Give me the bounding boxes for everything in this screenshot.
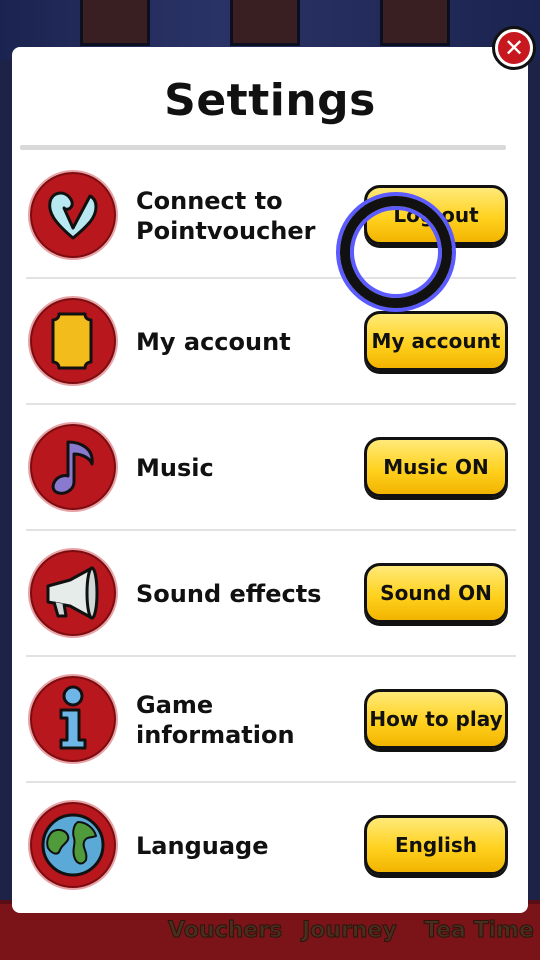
row-label: Music: [136, 454, 214, 482]
row-label: Connect to Pointvoucher: [136, 187, 316, 245]
settings-row-language: Language English: [26, 783, 516, 909]
my-account-button[interactable]: My account: [364, 311, 508, 371]
nav-journey: Journey: [302, 918, 398, 944]
row-label: Language: [136, 832, 269, 860]
globe-icon: [28, 800, 118, 890]
background-decoration: [380, 0, 450, 46]
background-decoration: [230, 0, 300, 46]
close-icon: ✕: [498, 32, 530, 64]
settings-row-music: Music Music ON: [26, 405, 516, 531]
row-label: Sound effects: [136, 580, 322, 608]
language-button[interactable]: English: [364, 815, 508, 875]
row-label: Game information: [136, 691, 295, 749]
settings-row-pointvoucher: Connect to Pointvoucher Log out: [26, 153, 516, 279]
log-out-button[interactable]: Log out: [364, 185, 508, 245]
how-to-play-button[interactable]: How to play: [364, 689, 508, 749]
sound-toggle-button[interactable]: Sound ON: [364, 563, 508, 623]
nav-vouchers: Vouchers: [167, 918, 283, 944]
settings-row-my-account: My account My account: [26, 279, 516, 405]
music-note-icon: [28, 422, 118, 512]
background-right-edge: [526, 60, 540, 900]
heart-v-icon: [28, 170, 118, 260]
close-button[interactable]: ✕: [492, 26, 536, 70]
megaphone-icon: [28, 548, 118, 638]
ticket-icon: [28, 296, 118, 386]
music-toggle-button[interactable]: Music ON: [364, 437, 508, 497]
title-divider: [20, 145, 506, 150]
settings-dialog: Settings Connect to Pointvoucher Log out…: [12, 47, 528, 913]
dialog-title: Settings: [164, 75, 376, 126]
row-label: My account: [136, 328, 291, 356]
settings-row-game-information: Game information How to play: [26, 657, 516, 783]
background-decoration: [80, 0, 150, 46]
nav-tea-time: Tea Time: [424, 918, 535, 944]
info-icon: [28, 674, 118, 764]
settings-row-sound-effects: Sound effects Sound ON: [26, 531, 516, 657]
